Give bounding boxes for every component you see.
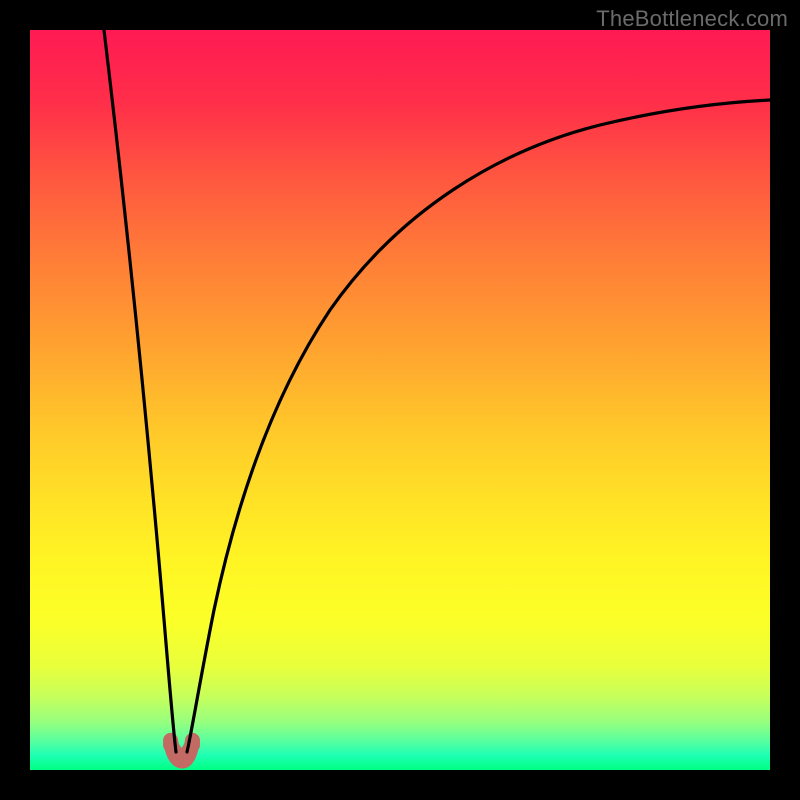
watermark-text: TheBottleneck.com [596,6,788,32]
chart-frame: TheBottleneck.com [0,0,800,800]
plot-area [30,30,770,770]
left-branch [104,30,176,752]
curve-svg [30,30,770,770]
right-branch [187,100,770,752]
